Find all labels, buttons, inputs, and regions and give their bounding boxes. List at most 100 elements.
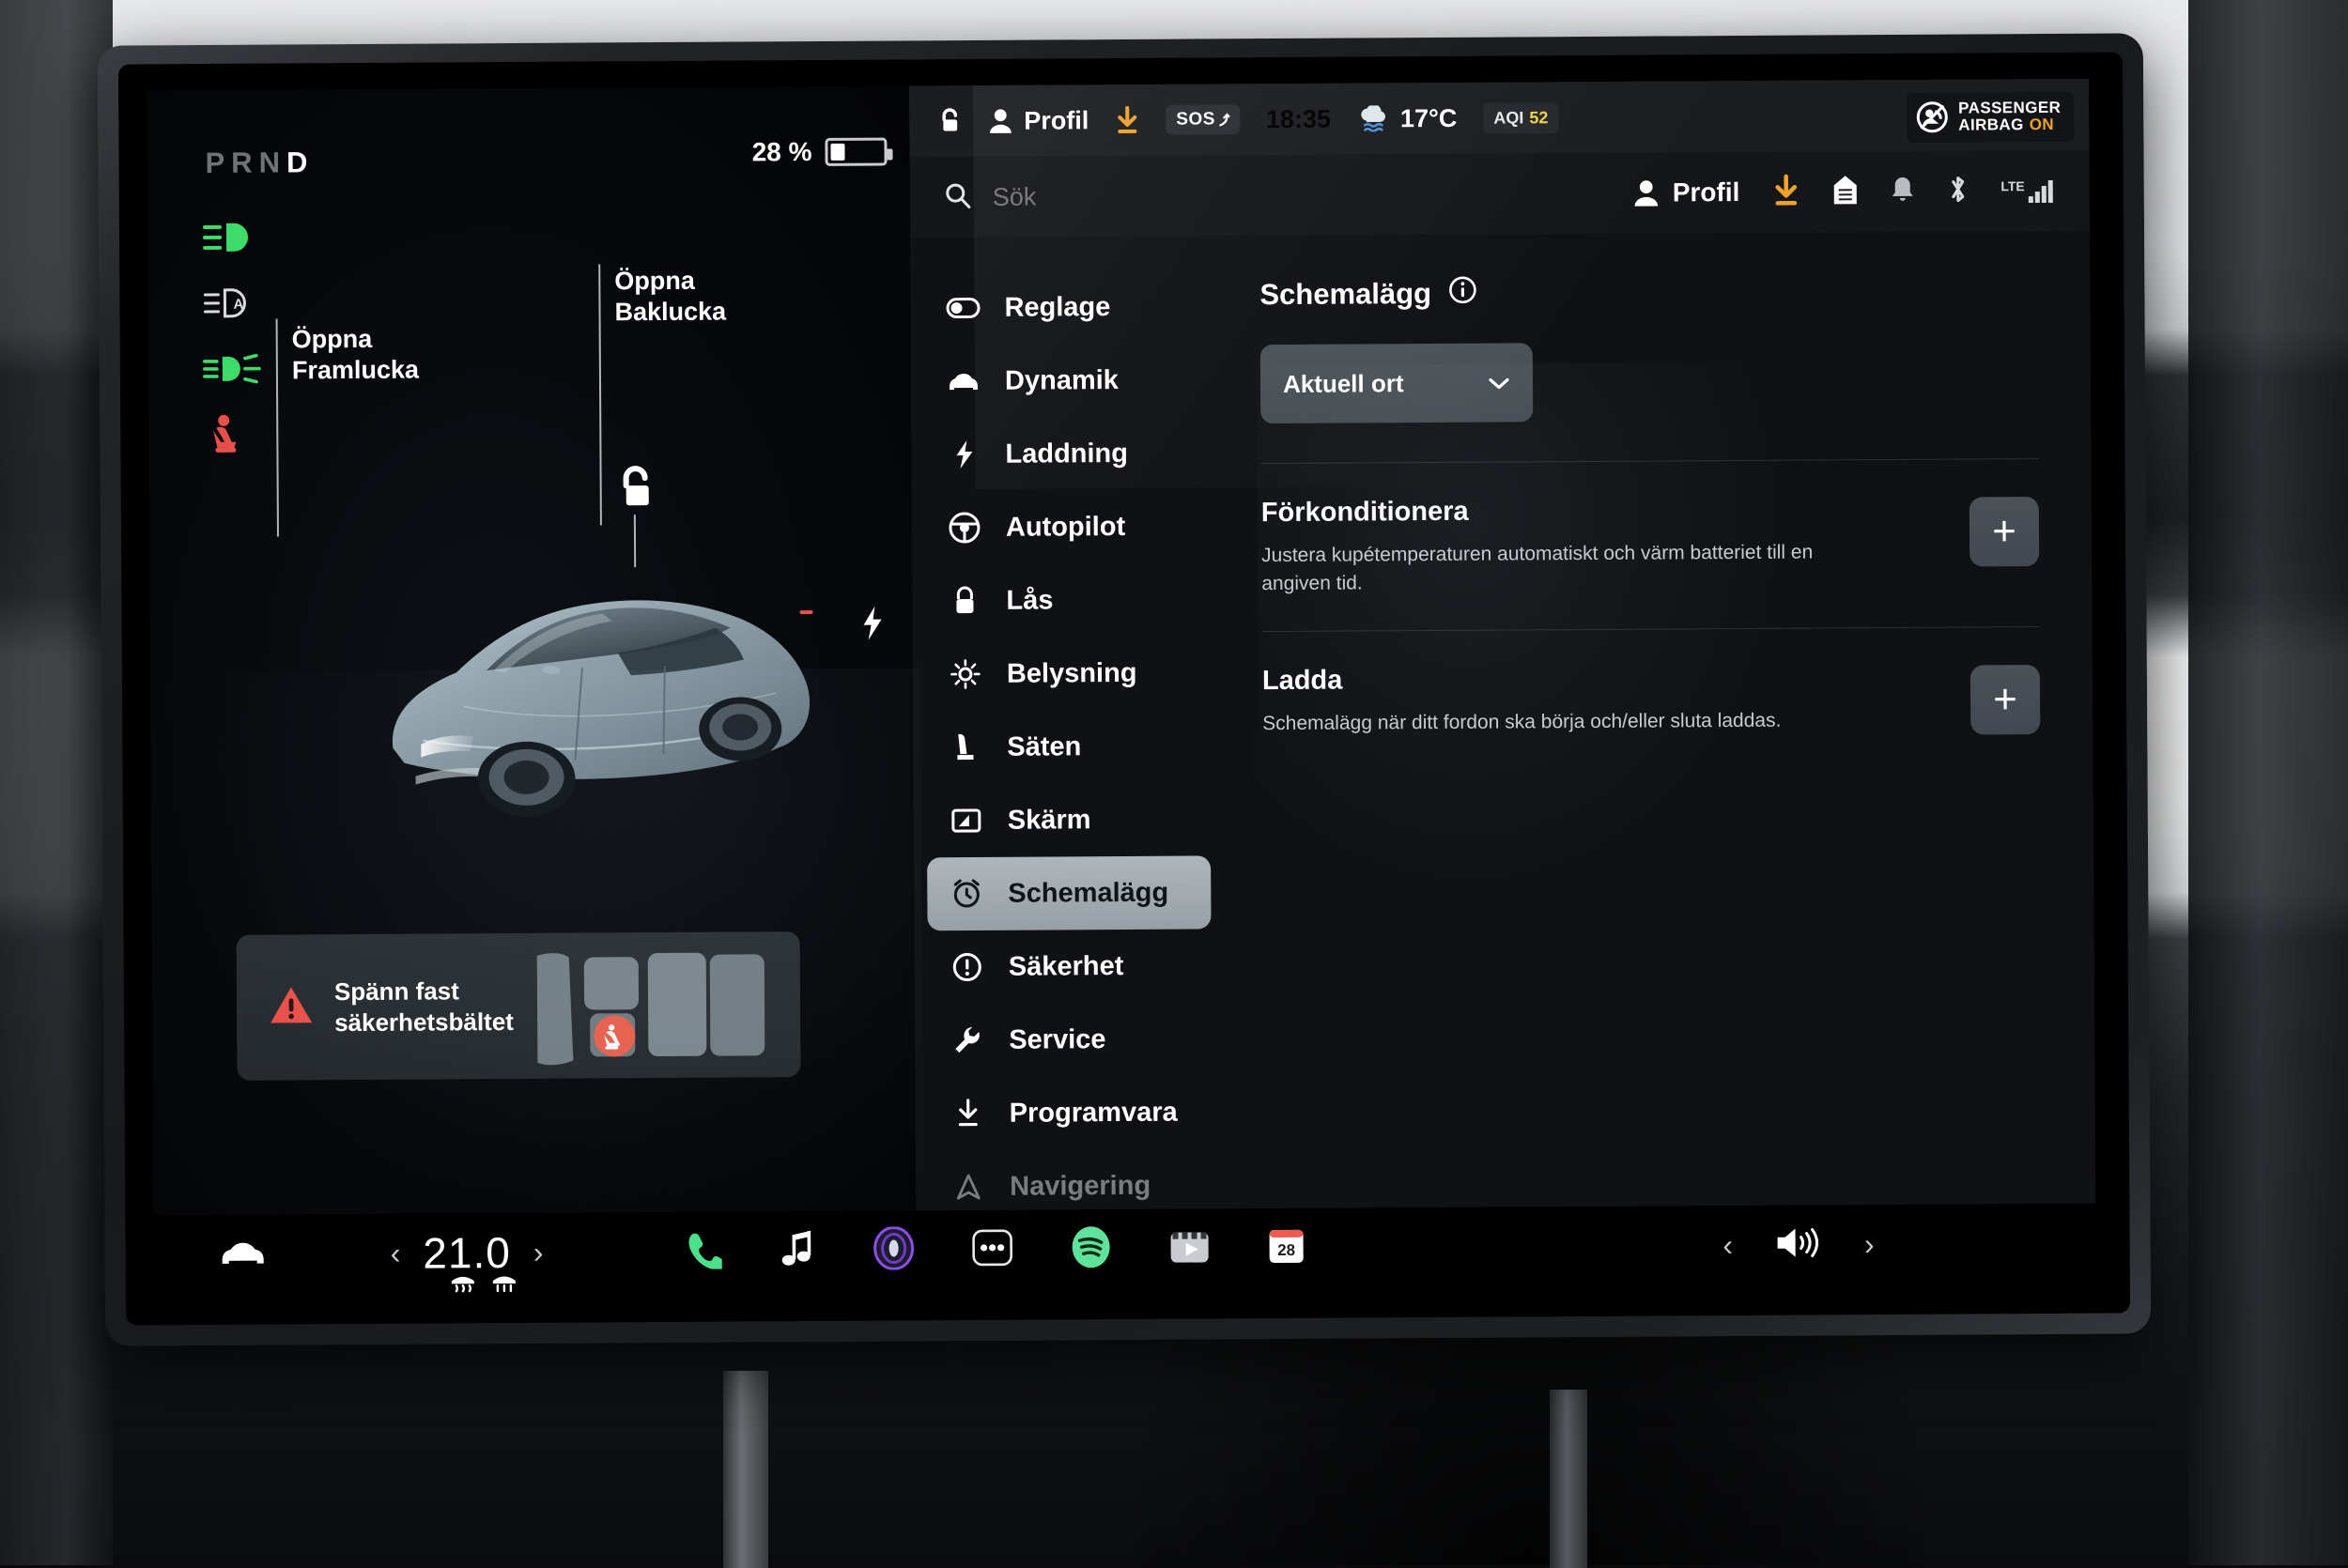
software-download-icon[interactable]	[1771, 174, 1800, 210]
menu-label: Schemalägg	[1008, 877, 1168, 909]
menu-item-autopilot[interactable]: Autopilot	[925, 489, 1209, 564]
menu-item-dynamik[interactable]: Dynamik	[924, 343, 1208, 418]
airbag-line1: PASSENGER	[1958, 99, 2061, 117]
seatbelt-warning-text: Spänn fast säkerhetsbältet	[334, 976, 514, 1038]
car-icon[interactable]	[220, 1237, 267, 1271]
sos-button[interactable]: SOS	[1166, 104, 1240, 134]
fog-light-icon	[203, 335, 287, 402]
callout-front-line1: Öppna	[292, 324, 419, 356]
svg-text:A: A	[233, 297, 243, 313]
lte-label: LTE	[2000, 178, 2025, 193]
more-apps-icon[interactable]	[971, 1228, 1012, 1270]
cabin-pillar-right	[2188, 0, 2348, 1565]
status-weather[interactable]: 17°C	[1357, 103, 1458, 133]
menu-label: Navigering	[1010, 1170, 1151, 1202]
info-icon[interactable]	[1448, 276, 1476, 312]
wrench-icon	[950, 1025, 984, 1055]
warning-triangle-icon	[269, 984, 314, 1030]
plus-label: +	[1992, 511, 2016, 552]
volume-icon[interactable]	[1774, 1223, 1823, 1266]
status-lock-icon[interactable]	[937, 106, 962, 136]
airbag-text: PASSENGER AIRBAGON	[1958, 100, 2061, 134]
status-software-download-icon[interactable]	[1115, 106, 1139, 134]
settings-body: Reglage Dynamik	[910, 231, 2095, 1211]
lte-signal-icon[interactable]: LTE	[2000, 178, 2056, 203]
charge-bolt-icon	[858, 605, 885, 642]
airbag-state: ON	[2030, 115, 2054, 133]
calendar-day-label: 28	[1277, 1240, 1295, 1258]
garage-door-icon[interactable]	[1831, 174, 1858, 210]
page-title: Schemalägg	[1259, 277, 1431, 312]
bluetooth-icon[interactable]	[1946, 173, 1969, 209]
spotify-icon[interactable]	[1069, 1225, 1112, 1273]
callout-rear-trunk[interactable]: Öppna Baklucka	[614, 266, 726, 329]
vehicle-3d-render[interactable]	[365, 528, 856, 840]
schedule-row-precondition: Förkonditionera Justera kupétemperaturen…	[1261, 459, 2040, 631]
menu-item-reglage[interactable]: Reglage	[923, 269, 1207, 345]
menu-item-skarm[interactable]: Skärm	[927, 782, 1211, 857]
bell-icon[interactable]	[1890, 174, 1914, 208]
menu-item-sakerhet[interactable]: Säkerhet	[928, 929, 1212, 1004]
cloud-icon	[1357, 105, 1389, 131]
menu-item-programvara[interactable]: Programvara	[929, 1075, 1213, 1150]
row-description: Schemalägg när ditt fordon ska börja och…	[1262, 706, 1863, 738]
nav-profile-button[interactable]: Profil	[1633, 177, 1740, 208]
voice-assistant-icon[interactable]	[872, 1226, 915, 1274]
music-note-icon[interactable]	[778, 1229, 815, 1273]
navigation-icon	[951, 1173, 985, 1201]
status-profile[interactable]: Profil	[988, 106, 1089, 136]
aqi-badge[interactable]: AQI 52	[1483, 102, 1558, 133]
theater-icon[interactable]	[1168, 1226, 1210, 1270]
menu-item-navigering[interactable]: Navigering	[929, 1148, 1213, 1210]
defrost-front-icon[interactable]	[449, 1272, 477, 1294]
menu-item-las[interactable]: Lås	[925, 562, 1209, 638]
add-charge-schedule-button[interactable]: +	[1970, 665, 2040, 734]
location-select-value: Aktuell ort	[1283, 369, 1404, 399]
defrost-rear-icon[interactable]	[490, 1272, 518, 1294]
search-input[interactable]	[993, 180, 1303, 211]
lock-icon	[948, 585, 981, 617]
high-beam-icon	[202, 204, 286, 270]
volume-down-button[interactable]: ‹	[1722, 1230, 1733, 1260]
volume-control: ‹ ›	[1722, 1223, 1875, 1267]
car-front-icon	[947, 370, 981, 392]
location-select[interactable]: Aktuell ort	[1260, 343, 1534, 423]
temp-decrease-button[interactable]: ‹	[391, 1238, 401, 1268]
seatbelt-warning-card[interactable]: Spänn fast säkerhetsbältet	[237, 931, 801, 1081]
seat-occupancy-diagram	[522, 941, 796, 1074]
touchscreen-bezel: PRND 28 %	[98, 33, 2151, 1345]
phone-icon[interactable]	[682, 1229, 721, 1273]
calendar-icon[interactable]: 28	[1266, 1225, 1305, 1269]
battery-icon	[825, 138, 887, 166]
callout-rear-line1: Öppna	[614, 266, 726, 298]
sun-icon	[949, 659, 982, 689]
search-icon	[944, 180, 972, 213]
status-temperature: 17°C	[1400, 103, 1458, 132]
menu-item-schemalagg[interactable]: Schemalägg	[927, 855, 1211, 930]
menu-item-saten[interactable]: Säten	[926, 709, 1210, 784]
callout-front-trunk[interactable]: Öppna Framlucka	[292, 324, 419, 387]
app-dock: 28	[682, 1223, 1305, 1275]
row-title: Ladda	[1262, 662, 1933, 697]
menu-label: Säkerhet	[1009, 951, 1124, 983]
schedule-row-charge: Ladda Schemalägg när ditt fordon ska bör…	[1262, 627, 2041, 771]
menu-item-service[interactable]: Service	[928, 1002, 1212, 1077]
airbag-off-symbol-icon	[1916, 101, 1948, 133]
seat-icon	[949, 731, 982, 763]
volume-up-button[interactable]: ›	[1864, 1229, 1875, 1259]
row-title: Förkonditionera	[1261, 494, 1932, 529]
sos-arrow-icon	[1218, 112, 1229, 127]
aqi-label: AQI	[1493, 108, 1523, 128]
status-time: 18:35	[1266, 104, 1331, 133]
nav-bar-icons: Profil	[1633, 172, 2056, 211]
search-box[interactable]	[944, 178, 1303, 213]
add-precondition-button[interactable]: +	[1970, 497, 2039, 566]
menu-label: Service	[1009, 1024, 1105, 1056]
content-title-row: Schemalägg	[1259, 272, 2037, 313]
temp-increase-button[interactable]: ›	[533, 1237, 544, 1268]
menu-item-belysning[interactable]: Belysning	[926, 636, 1210, 711]
menu-item-laddning[interactable]: Laddning	[924, 416, 1208, 491]
cabin-pillar-left	[0, 0, 113, 1565]
unlock-icon[interactable]	[615, 463, 658, 516]
display-icon	[950, 807, 983, 834]
